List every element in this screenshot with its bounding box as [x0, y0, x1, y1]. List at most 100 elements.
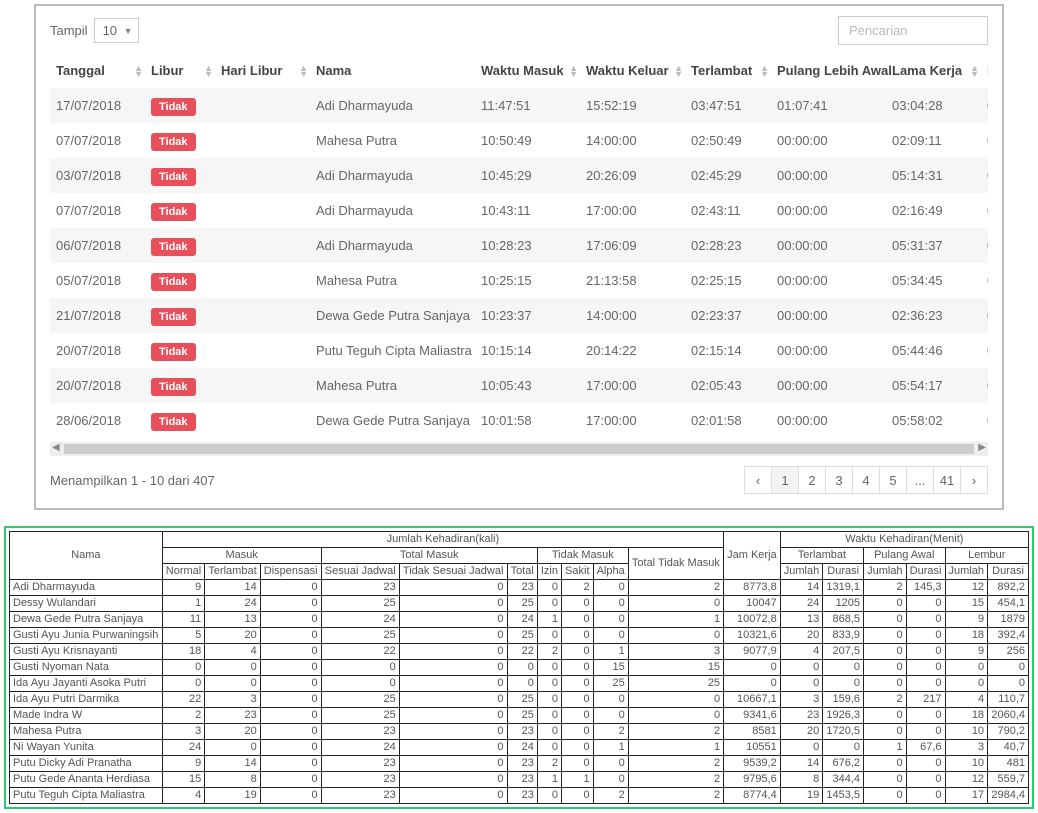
summary-cell: 0: [399, 612, 507, 628]
table-row: 21/07/2018TidakDewa Gede Putra Sanjaya10…: [50, 298, 988, 333]
summary-cell: 22: [321, 644, 399, 660]
summary-cell: 0: [724, 676, 781, 692]
table-row: 05/07/2018TidakMahesa Putra10:25:1521:13…: [50, 263, 988, 298]
table-cell: 10:23:37: [475, 298, 580, 333]
page-41[interactable]: 41: [933, 466, 961, 494]
summary-name-cell: Gusti Ayu Junia Purwaningsih: [10, 628, 163, 644]
col-sesuai-jadwal: Sesuai Jadwal: [321, 564, 399, 580]
summary-cell: 1720,5: [823, 724, 864, 740]
summary-cell: 24: [321, 612, 399, 628]
page-next[interactable]: ›: [960, 466, 988, 494]
summary-cell: 0: [988, 660, 1029, 676]
libur-badge: Tidak: [151, 343, 196, 361]
summary-cell: 0: [399, 644, 507, 660]
summary-cell: 159,6: [823, 692, 864, 708]
table-cell: 03:47:51: [685, 88, 771, 123]
page-5[interactable]: 5: [879, 466, 907, 494]
sort-icon: ▲▼: [134, 65, 143, 77]
table-cell: Mahesa Putra: [310, 123, 475, 158]
summary-cell: 14: [205, 580, 260, 596]
summary-cell: 0: [260, 756, 321, 772]
summary-cell: 0: [562, 612, 594, 628]
col-nama[interactable]: Nama: [310, 53, 475, 88]
summary-cell: 19: [780, 788, 823, 804]
page-length-select[interactable]: 10: [94, 18, 139, 43]
table-cell: 02:23:37: [685, 298, 771, 333]
table-cell: [215, 333, 310, 368]
summary-cell: 2: [864, 692, 907, 708]
summary-cell: 25: [321, 692, 399, 708]
table-cell: 05:44:46: [886, 333, 981, 368]
summary-cell: 23: [507, 756, 537, 772]
page-2[interactable]: 2: [798, 466, 826, 494]
page-length-control: Tampil 10 ▼: [50, 18, 139, 43]
summary-row: Gusti Nyoman Nata0000000015150000000: [10, 660, 1029, 676]
page-...[interactable]: ...: [906, 466, 934, 494]
summary-cell: 0: [562, 756, 594, 772]
summary-name-cell: Putu Gede Ananta Herdiasa: [10, 772, 163, 788]
search-input[interactable]: [838, 16, 988, 45]
table-cell: 05:31:37: [886, 228, 981, 263]
page-4[interactable]: 4: [852, 466, 880, 494]
col-lembur: Lembur: [945, 548, 1029, 564]
summary-cell: 0: [260, 596, 321, 612]
col-tanggal[interactable]: Tanggal▲▼: [50, 53, 145, 88]
col-lama-kerja[interactable]: Lama Kerja▲▼: [886, 53, 981, 88]
table-cell: 00:00:00: [771, 123, 886, 158]
datatable-scroll[interactable]: Tanggal▲▼Libur▲▼Hari Libur▲▼NamaWaktu Ma…: [50, 53, 988, 438]
summary-cell: 0: [562, 644, 594, 660]
summary-cell: 3: [628, 644, 723, 660]
table-cell: 00:00:00: [771, 298, 886, 333]
col-lama-lembur[interactable]: Lama Lembur: [981, 53, 988, 88]
col-pulang-lebih-awal[interactable]: Pulang Lebih Awal: [771, 53, 886, 88]
summary-cell: 25: [507, 628, 537, 644]
summary-cell: 67,6: [906, 740, 945, 756]
summary-cell: 23: [507, 580, 537, 596]
summary-cell: 2: [628, 756, 723, 772]
summary-cell: 0: [593, 756, 628, 772]
page-prev[interactable]: ‹: [744, 466, 772, 494]
summary-cell: 344,4: [823, 772, 864, 788]
horizontal-scrollbar[interactable]: [50, 442, 988, 456]
col-hari-libur[interactable]: Hari Libur▲▼: [215, 53, 310, 88]
summary-cell: 23: [507, 724, 537, 740]
summary-cell: 2: [537, 756, 561, 772]
summary-cell: 18: [945, 708, 988, 724]
col-waktu-keluar[interactable]: Waktu Keluar▲▼: [580, 53, 685, 88]
summary-cell: 0: [945, 660, 988, 676]
summary-cell: 0: [537, 724, 561, 740]
summary-cell: 17: [945, 788, 988, 804]
summary-row: Ni Wayan Yunita24002402400111055100167,6…: [10, 740, 1029, 756]
summary-cell: 8581: [724, 724, 781, 740]
col-durasi: Durasi: [823, 564, 864, 580]
table-cell: Adi Dharmayuda: [310, 193, 475, 228]
summary-cell: 15: [162, 772, 205, 788]
col-waktu-kehadiran: Waktu Kehadiran(Menit): [780, 532, 1028, 548]
summary-cell: 0: [562, 596, 594, 612]
summary-cell: 256: [988, 644, 1029, 660]
col-terlambat[interactable]: Terlambat▲▼: [685, 53, 771, 88]
summary-cell: 8774,4: [724, 788, 781, 804]
page-1[interactable]: 1: [771, 466, 799, 494]
table-cell: Adi Dharmayuda: [310, 88, 475, 123]
summary-name-cell: Dessy Wulandari: [10, 596, 163, 612]
table-cell: 03/07/2018: [50, 158, 145, 193]
table-cell: [215, 123, 310, 158]
summary-cell: 892,2: [988, 580, 1029, 596]
col-libur[interactable]: Libur▲▼: [145, 53, 215, 88]
summary-cell: 0: [562, 724, 594, 740]
table-cell: 00:00:00: [771, 368, 886, 403]
col-durasi: Durasi: [906, 564, 945, 580]
summary-cell: 0: [399, 772, 507, 788]
summary-cell: 23: [780, 708, 823, 724]
summary-row: Putu Gede Ananta Herdiasa158023023110297…: [10, 772, 1029, 788]
summary-cell: 8: [780, 772, 823, 788]
col-pulang-awal: Pulang Awal: [864, 548, 945, 564]
summary-cell: 0: [562, 740, 594, 756]
summary-cell: 13: [205, 612, 260, 628]
col-terlambat: Terlambat: [780, 548, 863, 564]
col-total-tidak-masuk: Total Tidak Masuk: [628, 548, 723, 580]
summary-cell: 2: [628, 788, 723, 804]
col-waktu-masuk[interactable]: Waktu Masuk▲▼: [475, 53, 580, 88]
page-3[interactable]: 3: [825, 466, 853, 494]
